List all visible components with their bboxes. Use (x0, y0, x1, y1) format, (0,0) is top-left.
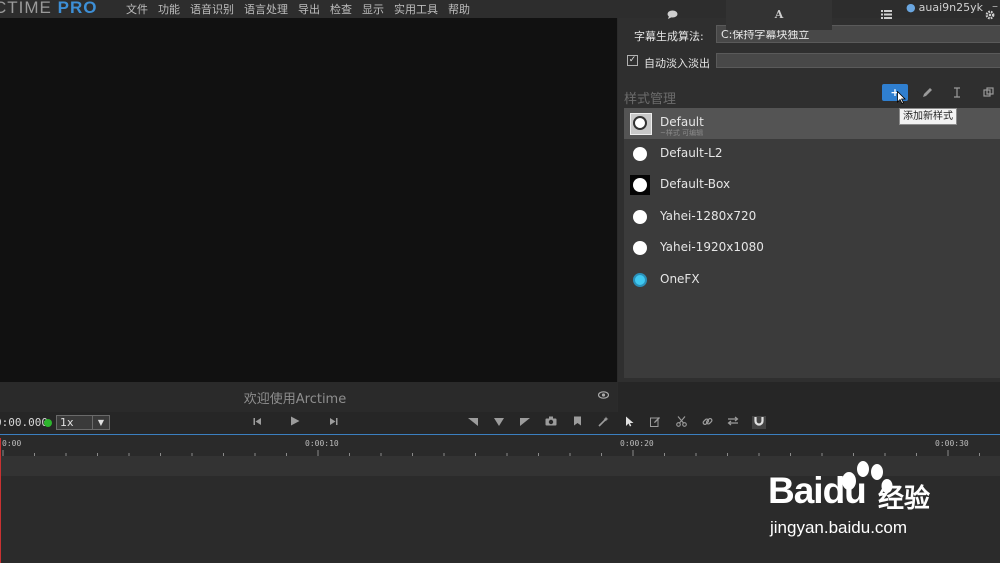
watermark-jingyan: 经验 (878, 484, 931, 514)
style-item-default-box[interactable]: Default-Box (624, 170, 1000, 201)
style-manager-title: 样式管理 (624, 92, 677, 107)
video-preview[interactable] (0, 18, 617, 382)
style-swatch (633, 273, 647, 287)
rename-style-button[interactable] (944, 84, 970, 101)
timecode-display: 0:00.000 (0, 416, 48, 429)
style-item-default-l2[interactable]: Default-L2 (624, 139, 1000, 170)
style-name: Default (660, 115, 704, 129)
style-name: Default-L2 (660, 146, 723, 160)
menu-check[interactable]: 检查 (330, 1, 352, 17)
skip-back-icon[interactable] (250, 416, 264, 429)
edit-style-button[interactable] (914, 84, 940, 101)
fade-checkbox[interactable]: ✓ (627, 55, 638, 66)
menu-speech-recognition[interactable]: 语音识别 (190, 1, 234, 17)
ruler-label: 0:00:30 (935, 439, 969, 448)
tab-style[interactable]: A (726, 0, 832, 30)
scissors-icon[interactable] (674, 416, 688, 430)
chevron-down-icon: ▼ (92, 416, 109, 429)
mark-in-icon[interactable] (466, 416, 480, 429)
style-subtext: ~样式 可编辑 (660, 129, 704, 137)
algorithm-label: 字幕生成算法: (634, 30, 704, 43)
add-style-tooltip: 添加新样式 (899, 108, 957, 125)
mark-out-icon[interactable] (518, 416, 532, 429)
bookmark-icon[interactable] (570, 416, 584, 429)
menu-function[interactable]: 功能 (158, 1, 180, 17)
marker-icon[interactable] (492, 416, 506, 429)
select-cursor-icon[interactable] (622, 416, 636, 430)
style-name: Yahei-1280x720 (660, 209, 757, 223)
text-cursor-icon (954, 87, 960, 98)
ruler-label: 0:00:10 (305, 439, 339, 448)
tab-subtitles[interactable] (618, 0, 726, 30)
style-swatch (633, 178, 647, 192)
ruler-label: 0:00 (2, 439, 22, 448)
style-item-yahei-1280[interactable]: Yahei-1280x720 (624, 202, 1000, 233)
edit-icon[interactable] (648, 416, 662, 430)
style-swatch (633, 147, 647, 161)
chat-bubble-icon (667, 10, 677, 19)
style-list: Default ~样式 可编辑 Default-L2 Default-Box Y… (624, 108, 1000, 378)
eye-icon[interactable] (597, 389, 610, 402)
menu-file[interactable]: 文件 (126, 1, 148, 17)
panel-tab-bar (618, 382, 1000, 412)
main-menu: 文件 功能 语音识别 语言处理 导出 检查 显示 实用工具 帮助 (126, 1, 480, 17)
copy-icon (983, 87, 994, 97)
welcome-text: 欢迎使用Arctime (243, 392, 347, 407)
fade-label: 自动淡入淡出 (644, 57, 710, 70)
ruler-label: 0:00:20 (620, 439, 654, 448)
menu-export[interactable]: 导出 (298, 1, 320, 17)
menu-help[interactable]: 帮助 (448, 1, 470, 17)
menu-tools[interactable]: 实用工具 (394, 1, 438, 17)
watermark-brand: Baidu (768, 470, 867, 511)
copy-style-button[interactable] (976, 84, 1000, 101)
menu-display[interactable]: 显示 (362, 1, 384, 17)
status-indicator (44, 419, 52, 427)
tab-list[interactable] (832, 0, 940, 30)
style-swatch (633, 116, 647, 130)
play-icon[interactable] (288, 416, 302, 429)
style-item-yahei-1920[interactable]: Yahei-1920x1080 (624, 233, 1000, 264)
style-name: OneFX (660, 272, 700, 286)
skip-forward-icon[interactable] (326, 416, 340, 429)
camera-icon[interactable] (544, 416, 558, 429)
playback-speed-select[interactable]: 1x ▼ (56, 415, 110, 430)
magic-wand-icon[interactable] (596, 416, 610, 430)
gear-icon[interactable] (980, 0, 1000, 30)
style-swatch (633, 210, 647, 224)
link-icon[interactable] (700, 416, 714, 430)
playhead[interactable] (0, 438, 1, 563)
speed-value: 1x (60, 416, 74, 429)
pencil-icon (922, 88, 932, 97)
style-item-onefx[interactable]: OneFX (624, 265, 1000, 296)
menu-language-processing[interactable]: 语言处理 (244, 1, 288, 17)
mouse-cursor-icon (897, 90, 906, 108)
style-swatch (633, 241, 647, 255)
list-icon (880, 10, 892, 19)
app-logo: CTIME PRO (0, 0, 98, 17)
style-name: Yahei-1920x1080 (660, 240, 764, 254)
watermark-url: jingyan.baidu.com (770, 518, 908, 537)
fade-input[interactable] (716, 53, 1000, 68)
magnet-icon[interactable] (752, 416, 766, 429)
swap-icon[interactable] (726, 416, 740, 429)
style-name: Default-Box (660, 177, 731, 191)
